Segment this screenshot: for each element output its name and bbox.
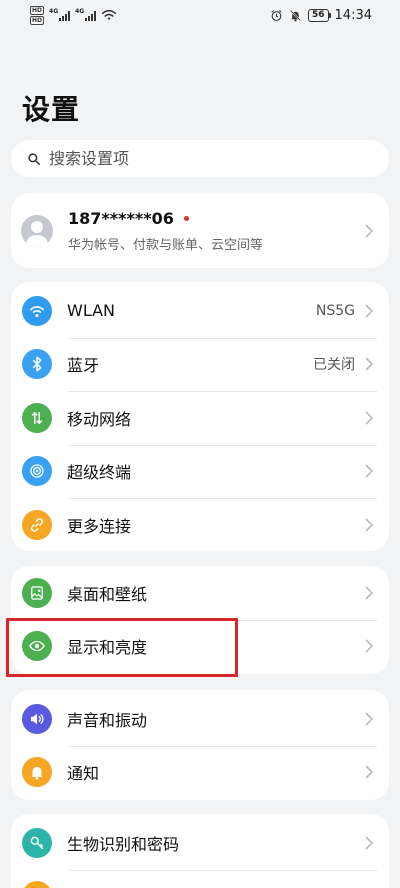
sim1-hd-tag: HD (30, 5, 45, 15)
bluetooth-icon (22, 349, 52, 380)
chevron-right-icon (365, 765, 374, 779)
wifi-icon (22, 295, 52, 326)
account-name: 187******06 (68, 208, 174, 228)
security-group: 生物识别和密码 (11, 814, 389, 888)
search-input[interactable] (49, 149, 369, 168)
wallpaper-icon (22, 577, 52, 608)
settings-item-label: 蓝牙 (67, 356, 100, 376)
settings-item-label: 通知 (67, 764, 100, 784)
wifi-icon (102, 10, 117, 20)
chevron-right-icon (365, 518, 374, 532)
account-card[interactable]: 187******06 华为帐号、付款与账单、云空间等 (11, 193, 389, 268)
display-group: 桌面和壁纸 显示和亮度 (11, 566, 389, 674)
app-icon (22, 881, 52, 888)
signal-icon: 4G (49, 8, 71, 21)
settings-item-label: 声音和振动 (67, 710, 148, 730)
sound-icon (22, 703, 52, 734)
settings-item-more-connections[interactable]: 更多连接 (11, 498, 389, 551)
settings-item-apps[interactable] (11, 869, 389, 888)
connectivity-group: WLAN NS5G 蓝牙 已关闭 移动网络 超级终端 更多连接 (11, 282, 389, 551)
account-name-row: 187******06 (68, 209, 363, 228)
page-title: 设置 (22, 93, 81, 126)
key-icon (22, 827, 52, 858)
settings-item-label: 桌面和壁纸 (67, 584, 148, 604)
settings-item-label: 超级终端 (67, 463, 132, 483)
status-time: 14:34 (334, 7, 372, 23)
settings-item-wallpaper[interactable]: 桌面和壁纸 (11, 566, 389, 620)
account-subtitle: 华为帐号、付款与账单、云空间等 (68, 237, 264, 253)
avatar (21, 214, 53, 247)
chevron-right-icon (365, 836, 374, 850)
search-bar[interactable] (11, 140, 389, 177)
signal-icon-2: 4G (75, 8, 97, 21)
settings-item-sound[interactable]: 声音和振动 (11, 692, 389, 746)
chevron-right-icon (365, 304, 374, 318)
hd-tags: HD HD (30, 5, 45, 25)
sound-group: 声音和振动 通知 (11, 690, 389, 800)
sim2-hd-tag: HD (30, 15, 45, 25)
chevron-right-icon (365, 586, 374, 600)
eye-icon (22, 631, 52, 662)
chevron-right-icon (365, 712, 374, 726)
chevron-right-icon (365, 223, 374, 238)
settings-item-value: 已关闭 (313, 357, 355, 374)
settings-item-notifications[interactable]: 通知 (11, 745, 389, 800)
bell-icon (22, 757, 52, 788)
alarm-icon (271, 9, 282, 21)
settings-item-label: WLAN (67, 301, 116, 321)
notification-dot (183, 215, 189, 221)
settings-item-mobile-network[interactable]: 移动网络 (11, 391, 389, 445)
settings-item-value: NS5G (315, 302, 355, 319)
chevron-right-icon (365, 464, 374, 478)
chevron-right-icon (365, 357, 374, 371)
mobile-network-icon (22, 402, 52, 433)
super-device-icon (22, 456, 52, 487)
search-icon (28, 152, 41, 165)
mute-icon (290, 9, 301, 21)
settings-item-label: 移动网络 (67, 409, 132, 429)
settings-item-super-device[interactable]: 超级终端 (11, 444, 389, 499)
chevron-right-icon (365, 639, 374, 653)
network-type-1: 4G (49, 8, 59, 15)
battery-icon: 56 (308, 8, 331, 22)
settings-item-bluetooth[interactable]: 蓝牙 已关闭 (11, 337, 389, 392)
network-type-2: 4G (75, 8, 85, 15)
chevron-right-icon (365, 411, 374, 425)
account-info: 187******06 华为帐号、付款与账单、云空间等 (68, 209, 363, 253)
link-icon (22, 509, 52, 540)
settings-item-wlan[interactable]: WLAN NS5G (11, 284, 389, 338)
settings-item-display-brightness[interactable]: 显示和亮度 (11, 619, 389, 674)
settings-item-biometrics[interactable]: 生物识别和密码 (11, 816, 389, 870)
status-bar: HD HD 4G 4G 56 14:34 (0, 0, 400, 30)
status-left: HD HD 4G 4G (30, 5, 117, 25)
settings-item-label: 显示和亮度 (67, 638, 148, 658)
settings-item-label: 生物识别和密码 (67, 834, 180, 854)
settings-item-label: 更多连接 (67, 516, 132, 536)
status-right: 56 14:34 (270, 8, 372, 23)
